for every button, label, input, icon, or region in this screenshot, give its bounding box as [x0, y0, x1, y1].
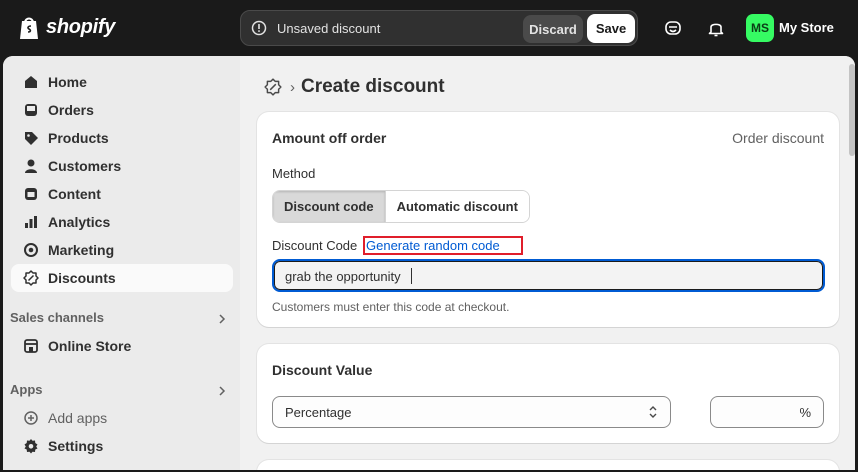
discount-value-card: Discount Value Percentage % [257, 344, 839, 443]
sidebar-item-label: Settings [48, 438, 104, 454]
card-title: Discount Value [272, 362, 373, 378]
sidebar-item-label: Customers [48, 158, 122, 174]
sidebar-item-settings[interactable]: Settings [11, 432, 233, 460]
sidebar-item-label: Content [48, 186, 101, 202]
discount-icon [23, 270, 39, 286]
discount-method-card: Amount off order Order discount Method D… [257, 112, 839, 327]
shopify-logo[interactable]: shopify [18, 14, 115, 40]
top-bar: shopify Unsaved discount Discard Save MS… [0, 0, 858, 56]
sidebar-item-label: Marketing [48, 242, 115, 258]
method-discount-code-button[interactable]: Discount code [273, 191, 385, 222]
sidebar-item-discounts[interactable]: Discounts [11, 264, 233, 292]
sales-channels-heading[interactable]: Sales channels [10, 310, 104, 325]
sidekick-icon[interactable] [663, 18, 683, 38]
sidebar-item-content[interactable]: Content [11, 180, 233, 208]
next-card [257, 460, 839, 470]
discount-code-input[interactable]: grab the opportunity [272, 259, 825, 292]
text-caret [411, 268, 412, 284]
save-button[interactable]: Save [587, 14, 635, 43]
alert-circle-icon [251, 20, 267, 36]
sidebar-item-orders[interactable]: Orders [11, 96, 233, 124]
savebar-title: Unsaved discount [277, 21, 381, 36]
method-automatic-discount-button[interactable]: Automatic discount [384, 191, 529, 222]
avatar[interactable]: MS [746, 14, 774, 42]
logo-text: shopify [46, 15, 116, 38]
discount-code-label: Discount Code [272, 238, 358, 253]
breadcrumb-separator-icon: › [290, 78, 295, 96]
select-value: Percentage [285, 405, 352, 420]
image-icon [25, 188, 37, 200]
home-icon [25, 76, 37, 88]
gear-icon [24, 439, 38, 454]
apps-heading[interactable]: Apps [10, 382, 43, 397]
discount-type-label: Order discount [732, 130, 824, 146]
percent-suffix: % [799, 405, 811, 420]
target-icon [24, 243, 38, 257]
chevron-right-icon[interactable] [217, 314, 227, 324]
sidebar-item-customers[interactable]: Customers [11, 152, 233, 180]
sidebar-item-label: Analytics [48, 214, 111, 230]
store-name[interactable]: My Store [779, 20, 834, 35]
page-title: Create discount [301, 76, 445, 97]
sidebar-item-label: Products [48, 130, 109, 146]
sidebar: Home Orders Products Customers Content A… [3, 56, 240, 470]
discard-button[interactable]: Discard [523, 15, 583, 43]
bell-icon[interactable] [706, 18, 726, 38]
sidebar-item-marketing[interactable]: Marketing [11, 236, 233, 264]
tag-icon [25, 132, 38, 145]
discount-value-type-select[interactable]: Percentage [272, 396, 671, 428]
sidebar-item-analytics[interactable]: Analytics [11, 208, 233, 236]
discount-code-help-text: Customers must enter this code at checko… [272, 300, 510, 314]
store-icon [24, 339, 38, 353]
sidebar-item-home[interactable]: Home [11, 68, 233, 96]
breadcrumb: › Create discount [264, 76, 445, 98]
sidebar-item-label: Online Store [48, 338, 132, 354]
select-arrows-icon [649, 406, 657, 418]
discount-icon[interactable] [264, 78, 282, 96]
sidebar-item-label: Discounts [48, 270, 116, 286]
discount-amount-input[interactable]: % [710, 396, 824, 428]
bar-chart-icon [25, 216, 37, 228]
method-segmented-control: Discount code Automatic discount [272, 190, 530, 223]
sidebar-item-online-store[interactable]: Online Store [11, 332, 233, 360]
sidebar-item-products[interactable]: Products [11, 124, 233, 152]
chevron-right-icon[interactable] [217, 386, 227, 396]
person-icon [25, 159, 37, 173]
inbox-icon [25, 104, 37, 116]
sidebar-item-label: Add apps [48, 410, 108, 426]
shopping-bag-icon [20, 17, 38, 39]
discount-code-value: grab the opportunity [285, 269, 401, 284]
sidebar-item-add-apps[interactable]: Add apps [11, 404, 233, 432]
sidebar-item-label: Orders [48, 102, 94, 118]
sidebar-item-label: Home [48, 74, 87, 90]
admin-shell: Home Orders Products Customers Content A… [3, 56, 855, 470]
main-content: › Create discount Amount off order Order… [240, 56, 855, 470]
method-label: Method [272, 166, 316, 181]
unsaved-changes-bar: Unsaved discount Discard Save [240, 10, 638, 46]
generate-random-code-link[interactable]: Generate random code [363, 236, 523, 255]
plus-circle-icon [24, 411, 38, 425]
card-title: Amount off order [272, 130, 387, 146]
scrollbar[interactable] [849, 64, 855, 156]
